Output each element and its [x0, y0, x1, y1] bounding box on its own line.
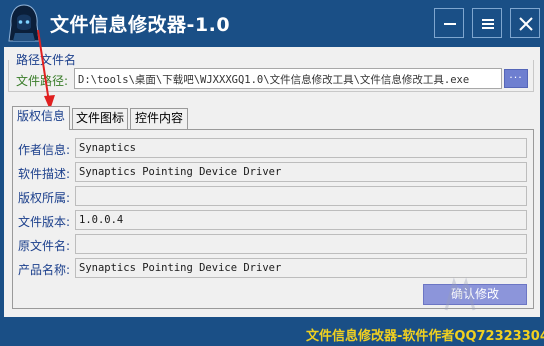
footer-author-text: 文件信息修改器-软件作者QQ723233049,: [306, 329, 544, 344]
hacker-logo-icon: [8, 4, 40, 42]
description-input[interactable]: Synaptics Pointing Device Driver: [75, 162, 527, 182]
copyright-label: 版权所属:: [18, 191, 71, 205]
minimize-button[interactable]: [434, 8, 464, 38]
footer-bar: 文件信息修改器-软件作者QQ723233049,: [0, 318, 544, 346]
file-version-input[interactable]: 1.0.0.4: [75, 210, 527, 230]
close-icon: [519, 17, 533, 31]
product-name-input[interactable]: Synaptics Pointing Device Driver: [75, 258, 527, 278]
app-window: 文件信息修改器-1.0 路径文件名 文件路径: D:\tools\桌面\下载吧\…: [0, 0, 544, 346]
menu-button[interactable]: [472, 8, 502, 38]
file-path-label: 文件路径:: [16, 74, 69, 88]
close-button[interactable]: [510, 8, 540, 38]
copyright-input[interactable]: [75, 186, 527, 206]
description-label: 软件描述:: [18, 167, 71, 181]
original-filename-input[interactable]: [75, 234, 527, 254]
browse-button[interactable]: ···: [504, 69, 528, 88]
watermark-logo-icon: [444, 277, 476, 311]
original-filename-label: 原文件名:: [18, 239, 71, 253]
minimize-icon: [444, 23, 456, 25]
window-title: 文件信息修改器-1.0: [50, 14, 231, 36]
tab-file-icon[interactable]: 文件图标: [72, 108, 128, 129]
tab-copyright-info[interactable]: 版权信息: [12, 106, 70, 130]
path-group-label: 路径文件名: [16, 53, 77, 67]
title-bar[interactable]: 文件信息修改器-1.0: [0, 0, 544, 46]
menu-icon: [482, 19, 494, 29]
product-name-label: 产品名称:: [18, 263, 71, 277]
tab-control-content[interactable]: 控件内容: [130, 108, 188, 129]
author-label: 作者信息:: [18, 143, 71, 157]
author-input[interactable]: Synaptics: [75, 138, 527, 158]
file-path-input[interactable]: D:\tools\桌面\下载吧\WJXXXGQ1.0\文件信息修改工具\文件信息…: [74, 68, 502, 89]
file-version-label: 文件版本:: [18, 215, 71, 229]
